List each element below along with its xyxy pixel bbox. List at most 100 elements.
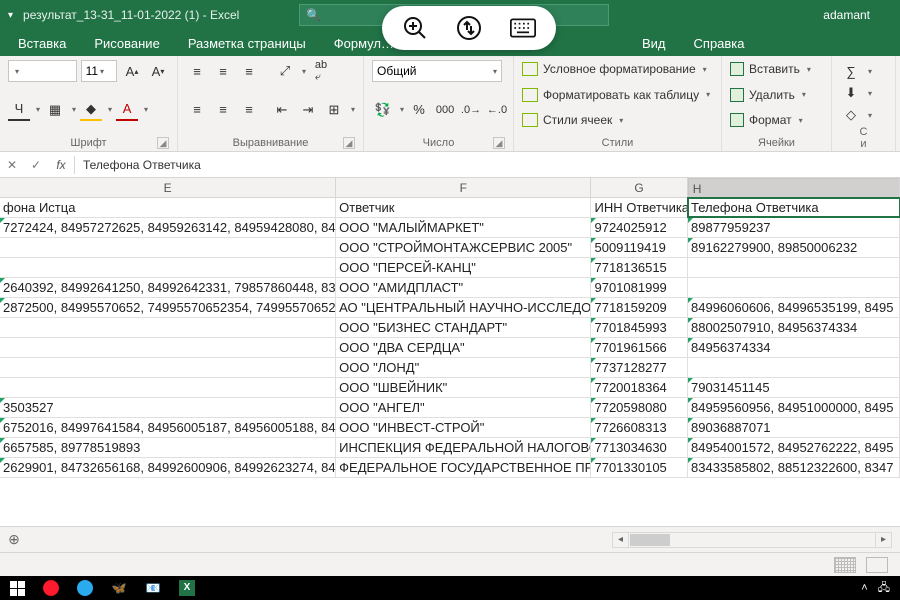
remote-session-toolbar[interactable] [382, 6, 556, 50]
quick-access-dd-icon[interactable]: ▾ [8, 10, 13, 21]
percent-icon[interactable]: % [408, 99, 430, 121]
spreadsheet-grid[interactable]: E F G H фона ИстцаОтветчикИНН ОтветчикаТ… [0, 178, 900, 478]
comma-icon[interactable]: 000 [434, 99, 456, 121]
column-headers: E F G H [0, 178, 900, 198]
sheet-tab-bar: ⊕ ◂ ▸ [0, 526, 900, 552]
fx-icon[interactable]: fx [48, 158, 74, 172]
font-name[interactable]: ▾ [8, 60, 77, 82]
opera-icon[interactable] [34, 576, 68, 600]
table-row[interactable]: 7272424, 84957272625, 84959263142, 84959… [0, 218, 900, 238]
header-F[interactable]: Ответчик [336, 198, 591, 217]
tab-help[interactable]: Справка [680, 31, 759, 56]
ribbon: ▾ 11▾ A▴ A▾ Ч▾ ▦▾ ◆▾ A▾ Шрифт◢ ≡ ≡ ≡ ⤢▾ … [0, 56, 900, 152]
fill-icon[interactable]: ⬇ [840, 82, 862, 104]
header-E[interactable]: фона Истца [0, 198, 336, 217]
table-row[interactable]: ООО "ПЕРСЕЙ-КАНЦ"7718136515 [0, 258, 900, 278]
cell-styles-button[interactable]: Стили ячеек▾ [522, 111, 713, 129]
font-size[interactable]: 11▾ [81, 60, 117, 82]
table-row[interactable]: ООО "СТРОЙМОНТАЖСЕРВИС 2005"500911941989… [0, 238, 900, 258]
zoom-in-icon[interactable] [402, 15, 428, 41]
start-button[interactable] [0, 576, 34, 600]
windows-taskbar: 🦋 📧 X ˄ 🖧 [0, 576, 900, 600]
table-row[interactable]: ООО "ДВА СЕРДЦА"770196156684956374334 [0, 338, 900, 358]
group-number: Общий▾ 💱▾ % 000 .0→ ←.0 Число◢ [364, 56, 514, 151]
dialog-launcher-icon[interactable]: ◢ [157, 137, 169, 149]
tray-chevron-icon[interactable]: ˄ [861, 582, 867, 594]
formula-value[interactable]: Телефона Ответчика [75, 158, 201, 172]
increase-indent-icon[interactable]: ⇥ [297, 99, 319, 121]
borders-button[interactable]: ▦ [44, 99, 66, 121]
table-row[interactable]: ООО "БИЗНЕС СТАНДАРТ"7701845993880025079… [0, 318, 900, 338]
table-row[interactable]: 2629901, 84732656168, 84992600906, 84992… [0, 458, 900, 478]
cancel-icon[interactable]: ✕ [0, 158, 24, 172]
group-editing: ∑▾ ⬇▾ ◇▾ С и [832, 56, 896, 151]
page-layout-view-icon[interactable] [866, 557, 888, 573]
delete-cells-button[interactable]: Удалить▾ [730, 86, 823, 104]
telegram-icon[interactable] [68, 576, 102, 600]
group-cells: Вставить▾ Удалить▾ Формат▾ Ячейки [722, 56, 832, 151]
group-edit-label: С и [840, 126, 887, 152]
align-left-icon[interactable]: ≡ [186, 99, 208, 121]
group-align-label: Выравнивание [233, 137, 309, 149]
table-row[interactable]: 6657585, 89778519893ИНСПЕКЦИЯ ФЕДЕРАЛЬНО… [0, 438, 900, 458]
app-icon-2[interactable]: 📧 [136, 576, 170, 600]
align-bottom-icon[interactable]: ≡ [238, 60, 260, 82]
table-row[interactable]: 2640392, 84992641250, 84992642331, 79857… [0, 278, 900, 298]
group-cells-label: Ячейки [758, 137, 795, 149]
col-F[interactable]: F [336, 178, 591, 197]
table-row[interactable]: ООО "ШВЕЙНИК"772001836479031451145 [0, 378, 900, 398]
fill-color-button[interactable]: ◆ [80, 99, 102, 121]
swap-icon[interactable] [456, 15, 482, 41]
format-as-table-button[interactable]: Форматировать как таблицу▾ [522, 86, 713, 104]
decrease-font-icon[interactable]: A▾ [147, 60, 169, 82]
wrap-text-icon[interactable]: ab⤶ [310, 60, 332, 82]
increase-decimal-icon[interactable]: .0→ [460, 99, 482, 121]
tab-insert[interactable]: Вставка [4, 31, 80, 56]
conditional-formatting-button[interactable]: Условное форматирование▾ [522, 60, 713, 78]
network-icon[interactable]: 🖧 [878, 579, 890, 598]
col-E[interactable]: E [0, 178, 336, 197]
group-styles-label: Стили [602, 137, 634, 149]
normal-view-icon[interactable] [834, 557, 856, 573]
table-row[interactable]: ООО "ЛОНД"7737128277 [0, 358, 900, 378]
header-H-selected[interactable]: Телефона Ответчика [688, 198, 900, 217]
horizontal-scrollbar[interactable]: ◂ ▸ [612, 532, 892, 548]
font-color-button[interactable]: A [116, 99, 138, 121]
group-styles: Условное форматирование▾ Форматировать к… [514, 56, 722, 151]
tab-layout[interactable]: Разметка страницы [174, 31, 320, 56]
align-right-icon[interactable]: ≡ [238, 99, 260, 121]
enter-icon[interactable]: ✓ [24, 158, 48, 172]
decrease-indent-icon[interactable]: ⇤ [271, 99, 293, 121]
table-row[interactable]: 2872500, 84995570652, 74995570652354, 74… [0, 298, 900, 318]
insert-cells-button[interactable]: Вставить▾ [730, 60, 823, 78]
add-sheet-icon[interactable]: ⊕ [0, 531, 28, 548]
align-middle-icon[interactable]: ≡ [212, 60, 234, 82]
increase-font-icon[interactable]: A▴ [121, 60, 143, 82]
merge-icon[interactable]: ⊞ [323, 99, 345, 121]
accounting-format-icon[interactable]: 💱 [372, 99, 394, 121]
number-format-select[interactable]: Общий▾ [372, 60, 502, 82]
orientation-icon[interactable]: ⤢ [274, 60, 296, 82]
format-cells-button[interactable]: Формат▾ [730, 111, 823, 129]
tab-view[interactable]: Вид [628, 31, 680, 56]
header-G[interactable]: ИНН Ответчика [591, 198, 688, 217]
tab-draw[interactable]: Рисование [80, 31, 173, 56]
col-G[interactable]: G [591, 178, 687, 197]
decrease-decimal-icon[interactable]: ←.0 [486, 99, 508, 121]
align-top-icon[interactable]: ≡ [186, 60, 208, 82]
autosum-icon[interactable]: ∑ [840, 60, 862, 82]
underline-button[interactable]: Ч [8, 99, 30, 121]
app-icon[interactable]: 🦋 [102, 576, 136, 600]
clear-icon[interactable]: ◇ [840, 104, 862, 126]
align-center-icon[interactable]: ≡ [212, 99, 234, 121]
scroll-right-icon[interactable]: ▸ [875, 533, 891, 547]
scroll-left-icon[interactable]: ◂ [613, 533, 629, 547]
document-title: результат_13-31_11-01-2022 (1) - Excel [23, 8, 239, 22]
excel-taskbar-icon[interactable]: X [170, 576, 204, 600]
table-row[interactable]: 6752016, 84997641584, 84956005187, 84956… [0, 418, 900, 438]
scroll-thumb[interactable] [630, 534, 670, 546]
table-row[interactable]: 3503527ООО "АНГЕЛ"772059808084959560956,… [0, 398, 900, 418]
account-name[interactable]: adamant [823, 8, 870, 22]
col-H[interactable]: H [688, 178, 900, 200]
keyboard-icon[interactable] [510, 15, 536, 41]
